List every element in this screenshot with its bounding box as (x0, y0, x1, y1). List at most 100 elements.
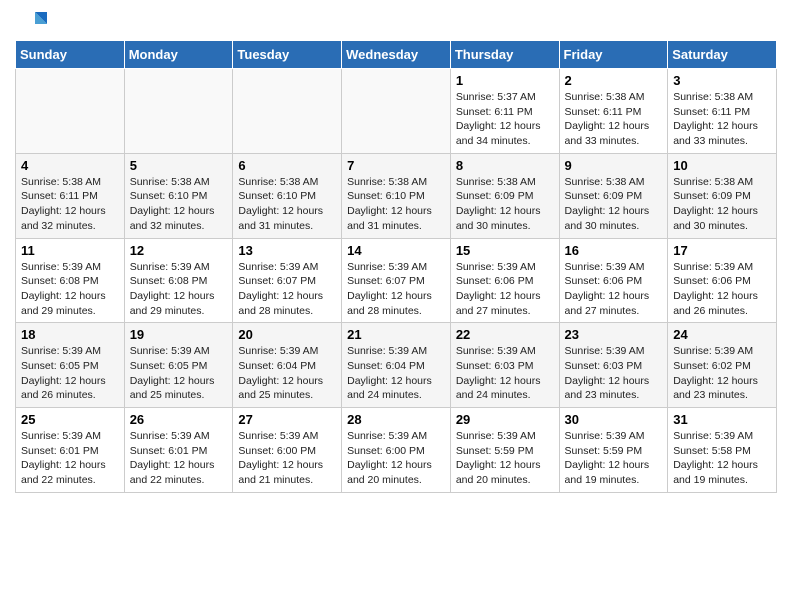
calendar-cell: 9 Sunrise: 5:38 AMSunset: 6:09 PMDaylight… (559, 153, 668, 238)
cell-content-line: Sunrise: 5:39 AM (130, 429, 228, 444)
day-number: 14 (347, 243, 445, 258)
cell-content-line: Sunset: 5:58 PM (673, 444, 771, 459)
cell-content-line: and 32 minutes. (21, 219, 119, 234)
cell-content-line: Daylight: 12 hours (673, 204, 771, 219)
calendar-cell: 31Sunrise: 5:39 AMSunset: 5:58 PMDayligh… (668, 408, 777, 493)
cell-content-line: and 33 minutes. (673, 134, 771, 149)
cell-content-line: and 28 minutes. (347, 304, 445, 319)
cell-content-line: Sunset: 6:00 PM (238, 444, 336, 459)
cell-content-line: Sunrise: 5:39 AM (238, 260, 336, 275)
cell-content-line: Sunrise: 5:39 AM (130, 260, 228, 275)
header-sunday: Sunday (16, 41, 125, 69)
cell-content-line: and 32 minutes. (130, 219, 228, 234)
cell-content-line: Sunset: 6:09 PM (565, 189, 663, 204)
cell-content-line: and 22 minutes. (21, 473, 119, 488)
calendar-cell: 6Sunrise: 5:38 AMSunset: 6:10 PMDaylight… (233, 153, 342, 238)
week-row-3: 11Sunrise: 5:39 AMSunset: 6:08 PMDayligh… (16, 238, 777, 323)
calendar-cell: 19Sunrise: 5:39 AMSunset: 6:05 PMDayligh… (124, 323, 233, 408)
cell-content-line: and 20 minutes. (456, 473, 554, 488)
cell-content-line: Sunrise: 5:38 AM (565, 175, 663, 190)
calendar-cell: 23Sunrise: 5:39 AMSunset: 6:03 PMDayligh… (559, 323, 668, 408)
calendar-cell (16, 69, 125, 154)
cell-content-line: Daylight: 12 hours (21, 289, 119, 304)
cell-content-line: Sunrise: 5:38 AM (347, 175, 445, 190)
logo (15, 10, 51, 32)
cell-content-line: and 24 minutes. (347, 388, 445, 403)
cell-content-line: Daylight: 12 hours (347, 204, 445, 219)
calendar-cell: 16Sunrise: 5:39 AMSunset: 6:06 PMDayligh… (559, 238, 668, 323)
cell-content-line: Sunrise: 5:39 AM (456, 260, 554, 275)
cell-content-line: Sunrise: 5:39 AM (456, 429, 554, 444)
calendar-cell: 12Sunrise: 5:39 AMSunset: 6:08 PMDayligh… (124, 238, 233, 323)
cell-content-line: Sunrise: 5:39 AM (565, 429, 663, 444)
cell-content-line: and 29 minutes. (130, 304, 228, 319)
cell-content-line: and 26 minutes. (673, 304, 771, 319)
cell-content-line: and 29 minutes. (21, 304, 119, 319)
cell-content-line: Sunset: 6:03 PM (565, 359, 663, 374)
cell-content-line: Daylight: 12 hours (21, 374, 119, 389)
cell-content-line: Sunset: 6:05 PM (21, 359, 119, 374)
calendar-cell: 7Sunrise: 5:38 AMSunset: 6:10 PMDaylight… (342, 153, 451, 238)
calendar-cell: 15Sunrise: 5:39 AMSunset: 6:06 PMDayligh… (450, 238, 559, 323)
cell-content-line: and 23 minutes. (565, 388, 663, 403)
cell-content-line: and 31 minutes. (347, 219, 445, 234)
cell-content-line: Sunrise: 5:39 AM (21, 344, 119, 359)
cell-content-line: Daylight: 12 hours (238, 204, 336, 219)
calendar-cell: 13Sunrise: 5:39 AMSunset: 6:07 PMDayligh… (233, 238, 342, 323)
day-number: 21 (347, 327, 445, 342)
cell-content-line: Sunrise: 5:39 AM (456, 344, 554, 359)
cell-content-line: Sunset: 6:06 PM (456, 274, 554, 289)
cell-content-line: and 19 minutes. (673, 473, 771, 488)
cell-content-line: Sunset: 6:05 PM (130, 359, 228, 374)
calendar-cell: 17Sunrise: 5:39 AMSunset: 6:06 PMDayligh… (668, 238, 777, 323)
cell-content-line: Sunrise: 5:39 AM (347, 429, 445, 444)
calendar-cell: 20Sunrise: 5:39 AMSunset: 6:04 PMDayligh… (233, 323, 342, 408)
calendar-cell: 1Sunrise: 5:37 AMSunset: 6:11 PMDaylight… (450, 69, 559, 154)
day-number: 10 (673, 158, 771, 173)
calendar-cell: 18Sunrise: 5:39 AMSunset: 6:05 PMDayligh… (16, 323, 125, 408)
calendar-cell: 14Sunrise: 5:39 AMSunset: 6:07 PMDayligh… (342, 238, 451, 323)
calendar-cell: 11Sunrise: 5:39 AMSunset: 6:08 PMDayligh… (16, 238, 125, 323)
cell-content-line: Sunrise: 5:38 AM (673, 90, 771, 105)
cell-content-line: and 23 minutes. (673, 388, 771, 403)
cell-content-line: Sunrise: 5:39 AM (673, 260, 771, 275)
day-number: 4 (21, 158, 119, 173)
day-number: 23 (565, 327, 663, 342)
calendar-cell: 21Sunrise: 5:39 AMSunset: 6:04 PMDayligh… (342, 323, 451, 408)
week-row-2: 4Sunrise: 5:38 AMSunset: 6:11 PMDaylight… (16, 153, 777, 238)
cell-content-line: and 30 minutes. (565, 219, 663, 234)
cell-content-line: Daylight: 12 hours (673, 289, 771, 304)
day-number: 28 (347, 412, 445, 427)
calendar-cell: 26Sunrise: 5:39 AMSunset: 6:01 PMDayligh… (124, 408, 233, 493)
cell-content-line: and 27 minutes. (456, 304, 554, 319)
cell-content-line: Sunset: 6:10 PM (130, 189, 228, 204)
cell-content-line: Sunset: 6:09 PM (673, 189, 771, 204)
cell-content-line: Daylight: 12 hours (456, 374, 554, 389)
cell-content-line: and 21 minutes. (238, 473, 336, 488)
cell-content-line: Daylight: 12 hours (238, 289, 336, 304)
cell-content-line: Sunset: 6:06 PM (565, 274, 663, 289)
day-number: 20 (238, 327, 336, 342)
cell-content-line: Sunrise: 5:37 AM (456, 90, 554, 105)
header (15, 10, 777, 32)
day-number: 31 (673, 412, 771, 427)
cell-content-line: Sunset: 6:11 PM (21, 189, 119, 204)
cell-content-line: Daylight: 12 hours (456, 289, 554, 304)
cell-content-line: Daylight: 12 hours (130, 458, 228, 473)
calendar-cell: 27Sunrise: 5:39 AMSunset: 6:00 PMDayligh… (233, 408, 342, 493)
cell-content-line: Sunset: 6:10 PM (347, 189, 445, 204)
header-monday: Monday (124, 41, 233, 69)
calendar-cell: 28Sunrise: 5:39 AMSunset: 6:00 PMDayligh… (342, 408, 451, 493)
cell-content-line: Daylight: 12 hours (456, 119, 554, 134)
cell-content-line: Sunrise: 5:38 AM (21, 175, 119, 190)
cell-content-line: Sunset: 5:59 PM (456, 444, 554, 459)
day-number: 1 (456, 73, 554, 88)
cell-content-line: Daylight: 12 hours (565, 204, 663, 219)
day-number: 9 (565, 158, 663, 173)
cell-content-line: Daylight: 12 hours (456, 204, 554, 219)
cell-content-line: Sunset: 6:09 PM (456, 189, 554, 204)
day-number: 13 (238, 243, 336, 258)
day-number: 16 (565, 243, 663, 258)
cell-content-line: Sunset: 6:08 PM (130, 274, 228, 289)
cell-content-line: Sunrise: 5:39 AM (347, 344, 445, 359)
